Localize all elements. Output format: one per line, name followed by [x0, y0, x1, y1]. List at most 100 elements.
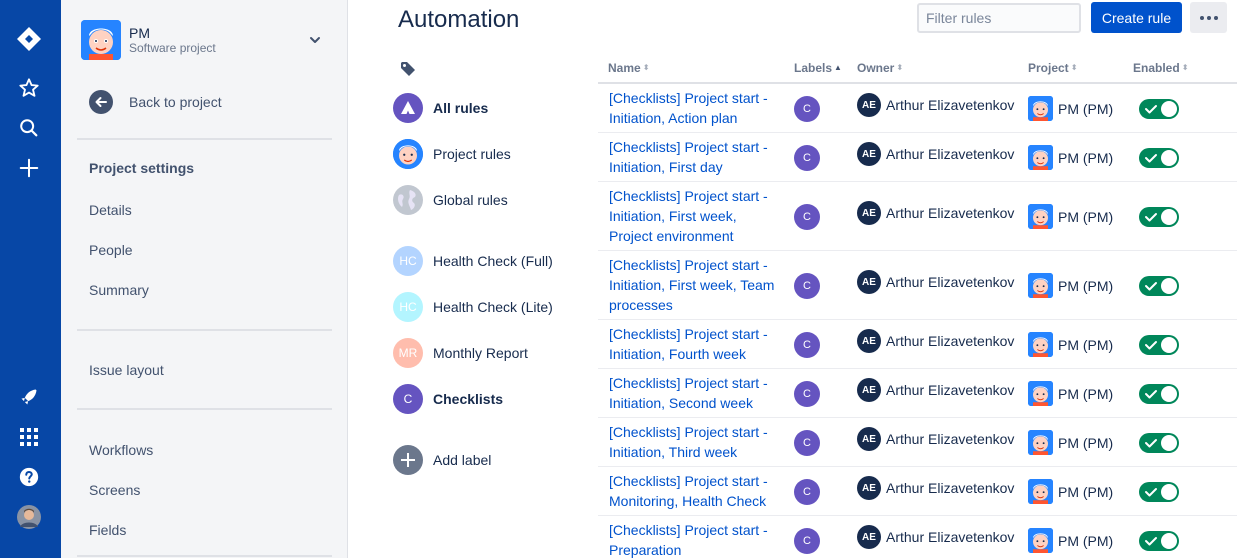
project-avatar-icon [81, 20, 121, 60]
enabled-toggle[interactable] [1139, 207, 1179, 227]
check-icon [1145, 105, 1157, 114]
enabled-toggle[interactable] [1139, 531, 1179, 551]
filter-label: All rules [433, 100, 489, 116]
project-name: PM (PM) [1058, 100, 1114, 117]
project-type: Software project [129, 41, 216, 55]
enabled-toggle[interactable] [1139, 99, 1179, 119]
check-icon [1145, 154, 1157, 163]
column-header-name[interactable]: Name ⬍ [608, 61, 649, 75]
rule-name-link[interactable]: [Checklists] Project start - Initiation,… [609, 255, 779, 315]
table-row[interactable]: [Checklists] Project start - Preparation… [598, 516, 1237, 558]
table-row[interactable]: [Checklists] Project start - Initiation,… [598, 182, 1237, 251]
sidebar-item-workflows[interactable]: Workflows [89, 442, 153, 458]
owner-avatar: AE [857, 525, 881, 549]
jira-logo-icon[interactable] [16, 26, 42, 52]
chevron-down-icon[interactable] [307, 32, 323, 48]
filter-all-rules[interactable]: All rules [393, 93, 488, 123]
rule-name-link[interactable]: [Checklists] Project start - Preparation [609, 520, 779, 558]
owner-name: Arthur Elizavetenkov [886, 274, 1015, 290]
rule-name-link[interactable]: [Checklists] Project start - Initiation,… [609, 422, 779, 462]
rule-owner: AE Arthur Elizavetenkov [857, 476, 1014, 500]
project-avatar-icon [1028, 273, 1053, 298]
rule-name-link[interactable]: [Checklists] Project start - Monitoring,… [609, 471, 779, 511]
sidebar-item-screens[interactable]: Screens [89, 482, 140, 498]
check-icon [1145, 488, 1157, 497]
sort-ascending-icon: ▲ [834, 63, 842, 72]
label-monthly-report[interactable]: MR Monthly Report [393, 338, 528, 368]
sidebar-section-heading: Project settings [89, 160, 195, 176]
sidebar-item-fields[interactable]: Fields [89, 522, 126, 538]
label-avatar: HC [393, 292, 423, 322]
rule-label-badge: C [794, 144, 820, 171]
enabled-toggle[interactable] [1139, 148, 1179, 168]
column-header-enabled[interactable]: Enabled ⬍ [1133, 61, 1188, 75]
rule-project: PM (PM) [1028, 332, 1113, 357]
sidebar-item-people[interactable]: People [89, 242, 133, 258]
filter-global-rules[interactable]: Global rules [393, 185, 508, 215]
rule-project: PM (PM) [1028, 479, 1113, 504]
enabled-toggle[interactable] [1139, 384, 1179, 404]
rule-name-link[interactable]: [Checklists] Project start - Initiation,… [609, 137, 779, 177]
filter-project-rules[interactable]: Project rules [393, 139, 511, 169]
enabled-toggle[interactable] [1139, 482, 1179, 502]
enabled-toggle[interactable] [1139, 433, 1179, 453]
column-header-project[interactable]: Project ⬍ [1028, 61, 1077, 75]
sidebar-item-details[interactable]: Details [89, 202, 132, 218]
plus-icon [393, 445, 423, 475]
sidebar-divider [77, 138, 332, 140]
rule-name-link[interactable]: [Checklists] Project start - Initiation,… [609, 373, 779, 413]
filter-rules-input[interactable] [917, 3, 1081, 33]
label-name: Checklists [433, 391, 504, 407]
owner-avatar: AE [857, 142, 881, 166]
add-label-button[interactable]: Add label [393, 445, 491, 475]
star-icon[interactable] [16, 75, 42, 101]
enabled-toggle[interactable] [1139, 335, 1179, 355]
rule-name-link[interactable]: [Checklists] Project start - Initiation,… [609, 88, 779, 128]
back-to-project-link[interactable]: Back to project [89, 90, 222, 114]
table-row[interactable]: [Checklists] Project start - Initiation,… [598, 251, 1237, 320]
label-checklists[interactable]: C Checklists [393, 384, 503, 414]
sidebar-item-summary[interactable]: Summary [89, 282, 149, 298]
check-icon [1145, 439, 1157, 448]
rule-project: PM (PM) [1028, 430, 1113, 455]
label-name: Monthly Report [433, 345, 528, 361]
create-plus-icon[interactable] [16, 155, 42, 181]
user-avatar-icon[interactable] [16, 504, 42, 530]
table-row[interactable]: [Checklists] Project start - Initiation,… [598, 369, 1237, 418]
rule-owner: AE Arthur Elizavetenkov [857, 525, 1014, 549]
search-icon[interactable] [16, 115, 42, 141]
label-health-check-lite[interactable]: HC Health Check (Lite) [393, 292, 553, 322]
table-row[interactable]: [Checklists] Project start - Initiation,… [598, 418, 1237, 467]
table-row[interactable]: [Checklists] Project start - Initiation,… [598, 84, 1237, 133]
more-actions-button[interactable] [1190, 2, 1227, 33]
help-icon[interactable] [16, 464, 42, 490]
sort-icon: ⬍ [1070, 63, 1078, 72]
column-header-owner[interactable]: Owner ⬍ [857, 61, 903, 75]
table-row[interactable]: [Checklists] Project start - Initiation,… [598, 320, 1237, 369]
project-avatar-icon [1028, 381, 1053, 406]
column-header-labels[interactable]: Labels ▲ [794, 61, 842, 75]
project-avatar-icon [1028, 430, 1053, 455]
app-switcher-icon[interactable] [16, 424, 42, 450]
table-row[interactable]: [Checklists] Project start - Monitoring,… [598, 467, 1237, 516]
label-health-check-full[interactable]: HC Health Check (Full) [393, 246, 553, 276]
project-name: PM (PM) [1058, 434, 1114, 451]
sidebar-item-issue-layout[interactable]: Issue layout [89, 362, 164, 378]
project-name: PM (PM) [1058, 483, 1114, 500]
label-name: Health Check (Lite) [433, 299, 553, 315]
page-title: Automation [398, 6, 520, 33]
owner-avatar: AE [857, 270, 881, 294]
create-rule-button[interactable]: Create rule [1091, 2, 1182, 33]
rule-label-badge: C [794, 478, 820, 505]
project-avatar-icon [1028, 528, 1053, 553]
rocket-icon[interactable] [16, 384, 42, 410]
toggle-knob [1161, 101, 1177, 117]
table-row[interactable]: [Checklists] Project start - Initiation,… [598, 133, 1237, 182]
project-name: PM (PM) [1058, 532, 1114, 549]
rule-name-link[interactable]: [Checklists] Project start - Initiation,… [609, 186, 779, 246]
owner-name: Arthur Elizavetenkov [886, 333, 1015, 349]
enabled-toggle[interactable] [1139, 276, 1179, 296]
toggle-knob [1161, 484, 1177, 500]
project-avatar-icon [1028, 96, 1053, 121]
rule-name-link[interactable]: [Checklists] Project start - Initiation,… [609, 324, 779, 364]
